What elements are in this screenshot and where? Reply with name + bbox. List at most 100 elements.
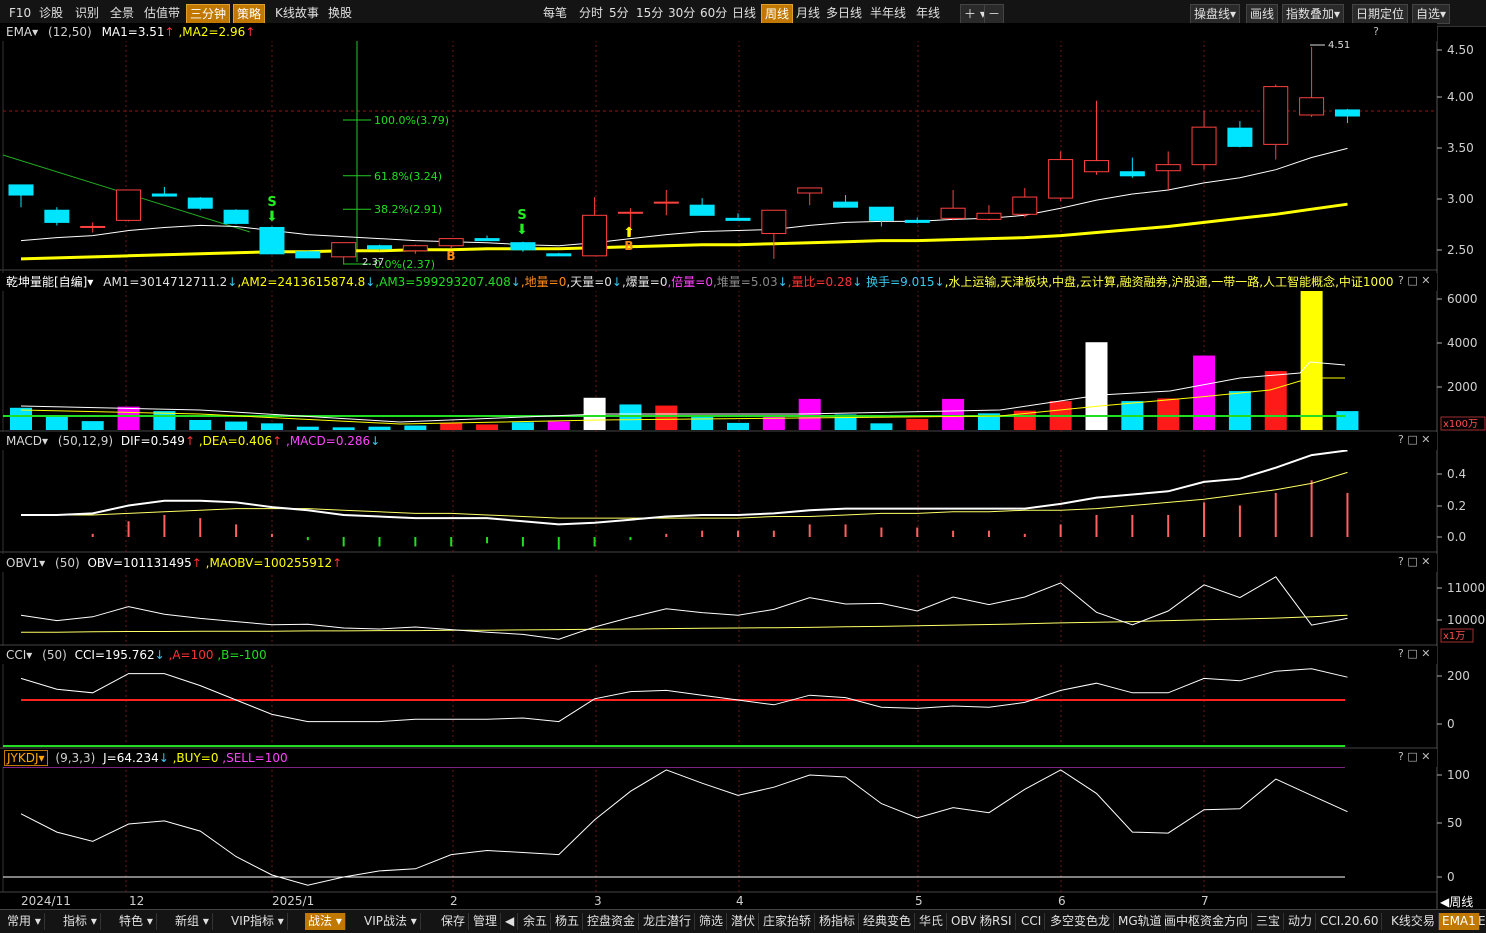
bottom-tab-15[interactable]: 庄家抬轿 [760,913,816,930]
candle [940,207,966,219]
vol-am1-line [20,361,1346,423]
volume-bar [1336,411,1359,430]
bottom-tab-26[interactable]: 动力 [1285,913,1317,930]
volume-bar [1300,290,1323,430]
tabs-scroll-left-icon[interactable]: ◀ [502,913,519,930]
candle [187,197,213,209]
bottom-tab-9[interactable]: 余五 [520,913,552,930]
bottom-tab-7[interactable]: 保存 [438,913,470,930]
volume-bar [368,426,391,430]
cci-panel-title: CCI▾ (50) CCI=195.762↓ ,A=100 ,B=-100 [0,646,1437,664]
volume-bar [1228,391,1251,430]
bottom-tab-27[interactable]: CCI.20.60 [1317,913,1383,930]
candle [402,245,428,252]
volume-bar [153,411,176,430]
panel-3-window-controls[interactable]: ? □ ✕ [1398,647,1430,660]
bottom-tab-14[interactable]: 潜伏 [728,913,760,930]
bottom-tab-24[interactable]: 画中枢资金方向 [1161,913,1253,930]
chart-area[interactable]: 100.0%(3.79)61.8%(3.24)38.2%(2.91)0.0%(2… [0,0,1486,909]
cci-axis-label: 0 [1447,717,1455,731]
fib-label-0: 100.0%(3.79) [374,114,449,127]
kdj-j-line [20,769,1348,886]
vol-indicator-selector[interactable]: 乾坤量能[自编]▾ [6,275,93,289]
bottom-tab-30[interactable]: EMA [1475,913,1486,930]
vol-value-11: ,堆量=5.03 [712,275,778,289]
candle [546,253,572,257]
bottom-tab-28[interactable]: K线交易 [1388,913,1439,930]
vol-value-6: ,地量=0 [520,275,567,289]
panel-1-window-controls[interactable]: ? □ ✕ [1398,433,1430,446]
macd-indicator-name[interactable]: MACD [6,434,42,448]
bottom-tab-21[interactable]: CCI [1018,913,1046,930]
candle [367,245,392,250]
obv-up-arrow-icon: ↑ [191,556,202,570]
bottom-tab-22[interactable]: 多空变色龙 [1047,913,1115,930]
dea-up-arrow-icon: ↑ [272,434,283,448]
obv-indicator-selector[interactable]: OBV1▾ [6,556,45,570]
kdj-sell-value: ,SELL=100 [222,751,288,765]
bottom-tab-23[interactable]: MG轨道 [1115,913,1166,930]
vol-value-4: ,AM3=599293207.408 [375,275,511,289]
panel-2-window-controls[interactable]: ? □ ✕ [1398,555,1430,568]
bottom-tab-25[interactable]: 三宝 [1253,913,1285,930]
bottom-tab-6[interactable]: VIP战法 ▾ [361,913,421,930]
panel-0-window-controls[interactable]: ? □ ✕ [1398,274,1430,287]
bottom-tab-12[interactable]: 龙庄潜行 [640,913,696,930]
candle [8,184,34,196]
cci-indicator-selector[interactable]: CCI▾ [6,648,32,662]
kdj-axis-label: 50 [1447,816,1462,830]
bottom-tab-17[interactable]: 经典变色 [860,913,916,930]
bottom-tab-5[interactable]: 战法 ▾ [305,913,346,930]
candle [582,214,608,257]
price-axis-label: 4.00 [1447,90,1474,104]
dea-value: ,DEA=0.406 [198,434,273,448]
kdj-indicator-name[interactable]: JYKDJ [7,751,39,765]
bottom-tab-8[interactable]: 管理 [470,913,502,930]
vol-indicator-name[interactable]: 乾坤量能[自编] [6,275,87,289]
bottom-tab-1[interactable]: 指标 ▾ [60,913,101,930]
vol-value-10: ,倍量=0 [667,275,713,289]
cci-line [20,668,1348,723]
sell-arrow-icon: ⬇ [516,222,528,238]
candle [510,242,536,251]
vol-value-13: ,量比=0.28 [787,275,853,289]
obv-indicator-name[interactable]: OBV1 [6,556,39,570]
bottom-tab-0[interactable]: 常用 ▾ [4,913,45,930]
buy-signal-label: B [446,249,455,263]
bottom-tab-2[interactable]: 特色 ▾ [116,913,157,930]
candle [653,201,679,204]
kdj-j-value: J=64.234 [103,751,159,765]
bottom-tab-16[interactable]: 杨指标 [816,913,860,930]
bottom-tab-10[interactable]: 杨五 [552,913,584,930]
bottom-tab-4[interactable]: VIP指标 ▾ [228,913,288,930]
main-indicator-selector[interactable]: EMA▾ [6,25,38,39]
volume-bar [619,404,642,430]
bottom-tab-13[interactable]: 筛选 [696,913,728,930]
buy-signal-label: B [624,239,633,253]
volume-bar [10,407,32,430]
vol-value-16: ↓ [934,275,945,289]
bottom-tab-11[interactable]: 控盘资金 [584,913,640,930]
volume-bar [727,422,749,430]
main-help-icon[interactable]: ? [1339,23,1379,41]
bottom-tab-3[interactable]: 新组 ▾ [172,913,213,930]
volume-bar [332,427,355,430]
bottom-tab-20[interactable]: 杨RSI [977,913,1016,930]
candle [295,251,321,259]
bottom-tab-18[interactable]: 华氏 [916,913,948,930]
cci-indicator-name[interactable]: CCI [6,648,26,662]
bottom-tab-19[interactable]: OBV [948,913,981,930]
dif-value: DIF=0.549 [120,434,185,448]
panel-4-window-controls[interactable]: ? □ ✕ [1398,750,1430,763]
bottom-tab-29[interactable]: EMA1 [1439,913,1480,930]
candle [1084,160,1109,173]
vol-axis-label: 2000 [1447,380,1478,394]
kdj-params: (9,3,3) [55,751,96,765]
price-axis-label: 3.50 [1447,141,1474,155]
bottom-tab-bar: 常用 ▾ 指标 ▾ 特色 ▾ 新组 ▾ VIP指标 ▾ 战法 ▾ VIP战法 ▾ 保存 管理 ◀ 余… [0,909,1486,933]
main-indicator-name[interactable]: EMA [6,25,32,39]
macd-params: (50,12,9) [57,434,114,448]
kdj-indicator-selector[interactable]: JYKDJ▾ [4,750,48,766]
vol-axis-label: 4000 [1447,336,1478,350]
macd-indicator-selector[interactable]: MACD▾ [6,434,48,448]
